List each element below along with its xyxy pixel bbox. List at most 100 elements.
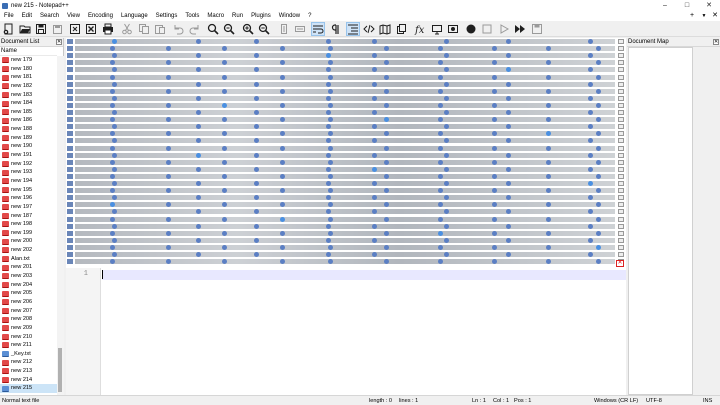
- replace-button[interactable]: [222, 22, 236, 36]
- zoom-in-button[interactable]: [241, 22, 255, 36]
- close-button[interactable]: [68, 22, 82, 36]
- document-list-button[interactable]: [395, 22, 409, 36]
- result-row-button[interactable]: [618, 110, 624, 115]
- maximize-button[interactable]: □: [676, 0, 698, 11]
- save-macro-button[interactable]: [530, 22, 544, 36]
- menu-view[interactable]: View: [63, 11, 84, 21]
- monitoring-button[interactable]: [430, 22, 444, 36]
- document-list-item[interactable]: new 201: [0, 263, 57, 272]
- document-map-close-button[interactable]: ✕: [713, 39, 719, 45]
- result-row-button[interactable]: [618, 181, 624, 186]
- result-row[interactable]: [66, 45, 626, 52]
- document-list-item[interactable]: new 205: [0, 289, 57, 298]
- paste-button[interactable]: [153, 22, 167, 36]
- document-list-item[interactable]: new 184: [0, 99, 57, 108]
- document-list-item[interactable]: new 188: [0, 125, 57, 134]
- menu-encoding[interactable]: Encoding: [84, 11, 117, 21]
- find-button[interactable]: [206, 22, 220, 36]
- result-row-button[interactable]: [618, 53, 624, 59]
- result-row[interactable]: [66, 180, 626, 187]
- document-list-item[interactable]: new 204: [0, 281, 57, 290]
- close-tab-button[interactable]: ✕: [710, 11, 720, 21]
- result-row[interactable]: [66, 173, 626, 180]
- xml-tag-button[interactable]: [362, 22, 376, 36]
- document-list-item[interactable]: new 190: [0, 142, 57, 151]
- document-list-item[interactable]: new 212: [0, 358, 57, 367]
- document-list-item[interactable]: new 182: [0, 82, 57, 91]
- new-file-button[interactable]: [2, 22, 16, 36]
- result-row[interactable]: [66, 116, 626, 123]
- result-row[interactable]: [66, 194, 626, 201]
- result-row-button[interactable]: [618, 230, 624, 236]
- result-row[interactable]: [66, 216, 626, 223]
- result-row-button[interactable]: [618, 74, 624, 80]
- document-list-item[interactable]: new 187: [0, 212, 57, 221]
- document-list-item[interactable]: new 200: [0, 237, 57, 246]
- run-macro-multiple-button[interactable]: [513, 22, 527, 36]
- document-list-item[interactable]: new 179: [0, 56, 57, 65]
- document-list-item[interactable]: new 206: [0, 298, 57, 307]
- new-tab-button[interactable]: +: [687, 11, 697, 21]
- result-row-button[interactable]: [618, 46, 624, 52]
- document-list-item[interactable]: new 189: [0, 134, 57, 143]
- sync-horizontal-button[interactable]: [293, 22, 307, 36]
- result-row[interactable]: [66, 102, 626, 109]
- document-list-item[interactable]: new 214: [0, 376, 57, 385]
- document-list-item[interactable]: new 194: [0, 177, 57, 186]
- menu-macro[interactable]: Macro: [203, 11, 228, 21]
- results-close-button[interactable]: ✕: [616, 260, 624, 267]
- indent-guide-button[interactable]: [346, 22, 360, 36]
- document-list-item[interactable]: new 192: [0, 160, 57, 169]
- document-list-item[interactable]: new 197: [0, 203, 57, 212]
- document-list-item[interactable]: new 185: [0, 108, 57, 117]
- document-list-item[interactable]: new 210: [0, 333, 57, 342]
- window-close-button[interactable]: ✕: [698, 0, 720, 11]
- result-row[interactable]: [66, 109, 626, 116]
- open-file-button[interactable]: [18, 22, 32, 36]
- result-row[interactable]: [66, 208, 626, 215]
- document-list-item[interactable]: new 193: [0, 168, 57, 177]
- result-row[interactable]: [66, 145, 626, 152]
- result-row-button[interactable]: [618, 188, 624, 194]
- document-list-item[interactable]: new 195: [0, 186, 57, 195]
- record-macro-button[interactable]: [464, 22, 478, 36]
- document-list-item[interactable]: new 213: [0, 367, 57, 376]
- result-row[interactable]: [66, 152, 626, 159]
- result-row-button[interactable]: [618, 39, 624, 44]
- result-row[interactable]: [66, 38, 626, 45]
- menu-window[interactable]: Window: [275, 11, 304, 21]
- minimize-button[interactable]: –: [654, 0, 676, 11]
- menu-run[interactable]: Run: [228, 11, 247, 21]
- result-row-button[interactable]: [618, 244, 624, 250]
- result-row[interactable]: [66, 166, 626, 173]
- result-row[interactable]: [66, 230, 626, 237]
- name-column-header[interactable]: Name: [0, 47, 57, 56]
- document-list-item[interactable]: new 198: [0, 220, 57, 229]
- document-list-item[interactable]: new 203: [0, 272, 57, 281]
- result-row-button[interactable]: [618, 102, 624, 108]
- menu-file[interactable]: File: [0, 11, 18, 21]
- result-row[interactable]: [66, 130, 626, 137]
- result-row[interactable]: [66, 201, 626, 208]
- sync-vertical-button[interactable]: [277, 22, 291, 36]
- menu-plugins[interactable]: Plugins: [247, 11, 275, 21]
- insert-mode[interactable]: INS: [703, 396, 712, 405]
- document-list-item[interactable]: new 207: [0, 307, 57, 316]
- document-list-item[interactable]: new 215: [0, 384, 57, 393]
- scrollbar-thumb[interactable]: [58, 348, 62, 392]
- document-list-item[interactable]: new 186: [0, 116, 57, 125]
- result-row[interactable]: [66, 258, 626, 265]
- result-row[interactable]: [66, 95, 626, 102]
- result-row-button[interactable]: [618, 145, 624, 151]
- redo-button[interactable]: [188, 22, 202, 36]
- document-list-item[interactable]: new 208: [0, 315, 57, 324]
- menu-language[interactable]: Language: [117, 11, 152, 21]
- result-row-button[interactable]: [618, 88, 624, 94]
- eol-format[interactable]: Windows (CR LF): [594, 396, 638, 405]
- stop-recording-button[interactable]: [480, 22, 494, 36]
- result-row-button[interactable]: [618, 195, 624, 201]
- result-row[interactable]: [66, 81, 626, 88]
- result-row-button[interactable]: [618, 152, 624, 158]
- result-row[interactable]: [66, 123, 626, 130]
- cut-button[interactable]: [120, 22, 134, 36]
